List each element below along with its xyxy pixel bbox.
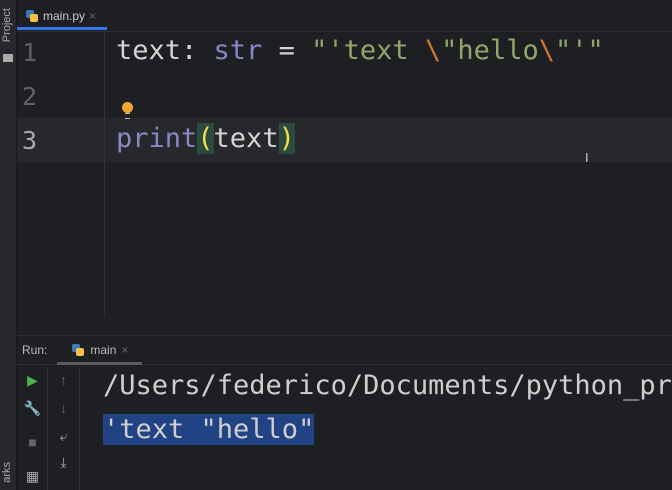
type-hint: str xyxy=(213,35,263,66)
layout-icon[interactable]: ▦ xyxy=(17,468,48,485)
function-name: print xyxy=(116,123,198,154)
operator: = xyxy=(262,35,312,66)
bookmarks-tool-button[interactable]: arks xyxy=(1,462,13,483)
line-number: 3 xyxy=(22,126,38,155)
escape: \ xyxy=(424,35,442,66)
code-line-1[interactable]: text: str = "'text \"hello\"'" xyxy=(116,35,604,66)
active-run-tab-indicator xyxy=(57,362,143,365)
console-output-line: /Users/federico/Documents/python_pr xyxy=(103,370,672,401)
escape: \ xyxy=(538,35,555,66)
argument: text xyxy=(213,123,279,154)
line-number: 1 xyxy=(22,38,38,67)
left-tool-strip: Project arks xyxy=(0,0,17,490)
string: "'text xyxy=(311,35,425,66)
string: "hello xyxy=(441,35,539,66)
paren: ( xyxy=(197,123,214,154)
active-tab-indicator xyxy=(17,27,107,30)
close-run-tab-icon[interactable]: × xyxy=(121,343,128,357)
text-cursor-icon: I xyxy=(585,150,589,165)
paren: ) xyxy=(278,123,295,154)
variable: text: xyxy=(116,35,214,66)
tab-label: main.py xyxy=(43,9,86,23)
close-tab-icon[interactable]: × xyxy=(89,9,96,23)
up-arrow-icon[interactable]: ↑ xyxy=(48,372,79,388)
wrench-icon[interactable]: 🔧 xyxy=(17,400,48,417)
tab-main-py[interactable]: main.py × xyxy=(17,0,107,32)
python-file-icon xyxy=(25,9,39,23)
python-icon xyxy=(71,343,85,357)
string: "'" xyxy=(554,35,604,66)
console-output-line: 'text "hello" xyxy=(103,414,315,445)
editor-tab-bar: main.py × xyxy=(17,0,672,32)
selected-output[interactable]: 'text "hello" xyxy=(103,414,315,445)
run-actions: ▶ 🔧 ■ ▦ xyxy=(17,366,48,490)
run-config-label: main xyxy=(90,343,117,357)
scroll-to-end-icon[interactable]: ⤓ xyxy=(48,454,79,471)
stop-icon[interactable]: ■ xyxy=(17,434,48,450)
run-label: Run: xyxy=(22,343,48,357)
code-line-3[interactable]: print(text) xyxy=(116,123,295,154)
run-toolbar: Run: main × xyxy=(17,335,672,365)
project-tool-button[interactable]: Project xyxy=(1,8,13,42)
run-tab-main[interactable]: main × xyxy=(57,335,143,365)
lightbulb-icon[interactable] xyxy=(122,102,133,119)
line-number: 2 xyxy=(22,82,38,111)
soft-wrap-icon[interactable]: ⤶ xyxy=(48,428,79,445)
gutter xyxy=(17,32,105,318)
console-actions: ↑ ↓ ⤶ ⤓ xyxy=(48,366,80,490)
folder-icon xyxy=(3,54,13,62)
down-arrow-icon[interactable]: ↓ xyxy=(48,400,79,416)
rerun-icon[interactable]: ▶ xyxy=(17,372,48,389)
